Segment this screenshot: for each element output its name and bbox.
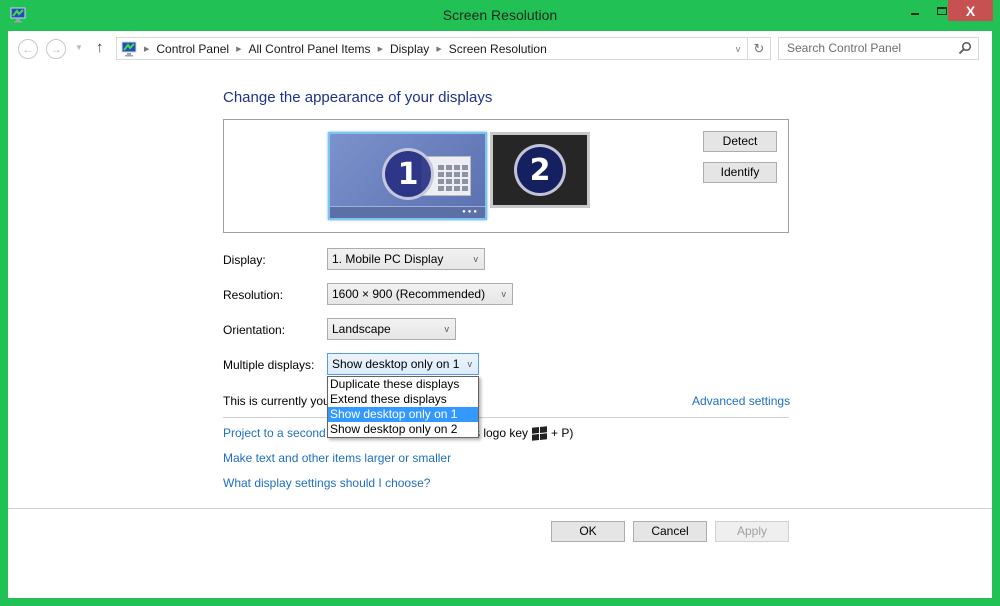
current-display-info: This is currently you: [223, 394, 330, 408]
multiple-displays-dropdown: Duplicate these displays Extend these di…: [327, 376, 479, 438]
monitor-arrangement-panel: 1 ●●● 2 Detect Identify: [223, 119, 789, 233]
search-input[interactable]: [787, 41, 952, 55]
maximize-icon: [936, 6, 947, 15]
up-button[interactable]: ↑: [96, 39, 104, 56]
option-show-only-on-2[interactable]: Show desktop only on 2: [328, 422, 478, 437]
orientation-select[interactable]: Landscape v: [327, 318, 456, 340]
chevron-down-icon: v: [501, 289, 507, 299]
window-title: Screen Resolution: [442, 7, 558, 23]
window-content: ← → ▼ ↑ ▶ Control Panel ▶ All Control Pa…: [8, 31, 992, 598]
breadcrumb-separator-icon[interactable]: ▶: [144, 45, 149, 53]
identify-button[interactable]: Identify: [703, 162, 777, 183]
option-duplicate-displays[interactable]: Duplicate these displays: [328, 377, 478, 392]
minimize-button[interactable]: [901, 0, 928, 21]
cancel-button[interactable]: Cancel: [633, 521, 707, 542]
chevron-down-icon: v: [735, 43, 741, 54]
apply-button[interactable]: Apply: [715, 521, 789, 542]
close-icon: X: [965, 2, 976, 19]
breadcrumb-display[interactable]: Display: [390, 42, 429, 56]
breadcrumb-separator-icon[interactable]: ▶: [236, 45, 241, 53]
display-select[interactable]: 1. Mobile PC Display v: [327, 248, 485, 270]
search-icon[interactable]: [958, 41, 972, 55]
refresh-icon: ↻: [753, 40, 765, 56]
resolution-select[interactable]: 1600 × 900 (Recommended) v: [327, 283, 513, 305]
page-heading: Change the appearance of your displays: [223, 89, 493, 106]
chevron-down-icon: v: [467, 359, 473, 369]
address-bar[interactable]: ▶ Control Panel ▶ All Control Panel Item…: [116, 37, 771, 60]
refresh-button[interactable]: ↻: [747, 38, 770, 59]
display-help-link[interactable]: What display settings should I choose?: [223, 476, 430, 490]
windows-logo-icon: [532, 425, 548, 441]
section-divider: [223, 417, 789, 418]
orientation-select-value: Landscape: [332, 322, 391, 336]
close-button[interactable]: X: [948, 0, 993, 21]
monitor-2-tile[interactable]: 2: [490, 132, 590, 208]
recent-locations-button[interactable]: ▼: [75, 43, 83, 52]
multiple-displays-select[interactable]: Show desktop only on 1 v: [327, 353, 479, 375]
detect-button[interactable]: Detect: [703, 131, 777, 152]
orientation-label: Orientation:: [223, 323, 286, 337]
resolution-select-value: 1600 × 900 (Recommended): [332, 287, 486, 301]
up-arrow-icon: ↑: [96, 39, 104, 56]
monitor-1-tile[interactable]: 1 ●●●: [328, 132, 487, 220]
title-bar: Screen Resolution X: [0, 0, 1000, 31]
minimize-icon: [910, 12, 919, 15]
forward-arrow-icon: →: [50, 42, 62, 56]
display-label: Display:: [223, 253, 266, 267]
chevron-down-icon: ▼: [75, 43, 83, 52]
monitor-number-badge: 1: [382, 148, 434, 200]
navigation-bar: ← → ▼ ↑ ▶ Control Panel ▶ All Control Pa…: [8, 31, 992, 67]
ok-button[interactable]: OK: [551, 521, 625, 542]
forward-button[interactable]: →: [46, 39, 66, 59]
resolution-label: Resolution:: [223, 288, 284, 302]
display-select-value: 1. Mobile PC Display: [332, 252, 444, 266]
back-arrow-icon: ←: [22, 42, 34, 56]
chevron-down-icon: v: [473, 254, 479, 264]
back-button[interactable]: ←: [18, 39, 38, 59]
breadcrumb-separator-icon[interactable]: ▶: [378, 45, 383, 53]
breadcrumb-separator-icon[interactable]: ▶: [436, 45, 441, 53]
breadcrumb-control-panel[interactable]: Control Panel: [156, 42, 229, 56]
option-show-only-on-1[interactable]: Show desktop only on 1: [328, 407, 478, 422]
taskbar-thumbnail: ●●●: [330, 206, 485, 218]
multiple-displays-select-value: Show desktop only on 1: [332, 357, 460, 371]
breadcrumb-screen-resolution[interactable]: Screen Resolution: [449, 42, 547, 56]
advanced-settings-link[interactable]: Advanced settings: [692, 394, 790, 408]
breadcrumb-all-items[interactable]: All Control Panel Items: [249, 42, 371, 56]
project-shortcut-hint: s logo key + P): [474, 425, 574, 441]
address-history-button[interactable]: v: [730, 38, 746, 59]
multiple-displays-label: Multiple displays:: [223, 358, 315, 372]
option-extend-displays[interactable]: Extend these displays: [328, 392, 478, 407]
search-box[interactable]: [778, 37, 979, 60]
chevron-down-icon: v: [444, 324, 450, 334]
project-second-screen-link[interactable]: Project to a second: [223, 426, 326, 440]
text-size-link[interactable]: Make text and other items larger or smal…: [223, 451, 451, 465]
control-panel-icon: [121, 41, 137, 56]
footer-divider: [8, 508, 992, 509]
monitor-number-badge: 2: [514, 144, 566, 196]
